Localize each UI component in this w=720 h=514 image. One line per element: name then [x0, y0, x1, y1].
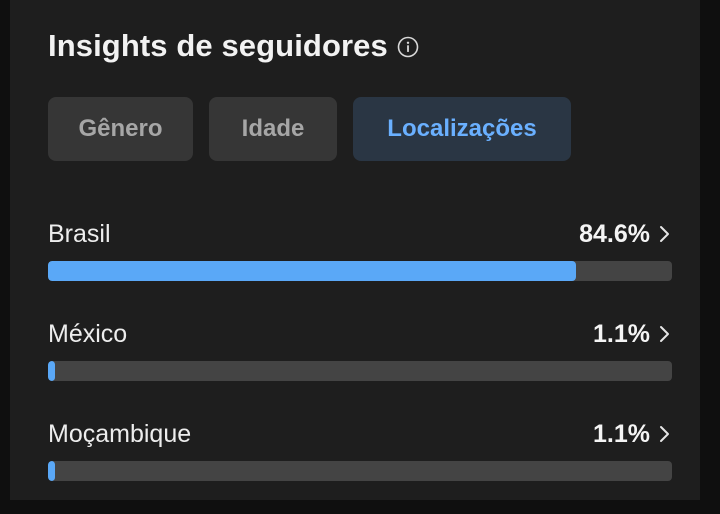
location-percent: 1.1% — [593, 319, 650, 348]
tab-label: Localizações — [387, 115, 537, 142]
progress-track — [48, 261, 672, 281]
progress-track — [48, 361, 672, 381]
location-row-mocambique[interactable]: Moçambique 1.1% — [48, 414, 672, 514]
tab-label: Idade — [241, 115, 305, 142]
chevron-right-icon — [658, 224, 672, 244]
location-percent: 1.1% — [593, 419, 650, 448]
location-row-header: México 1.1% — [48, 318, 672, 350]
tab-idade[interactable]: Idade — [209, 97, 337, 161]
progress-fill — [48, 461, 55, 481]
location-row-mexico[interactable]: México 1.1% — [48, 314, 672, 414]
follower-insights-card: Insights de seguidores Gênero Idade Loca… — [10, 0, 700, 500]
chevron-right-icon — [658, 324, 672, 344]
progress-fill — [48, 261, 576, 281]
tab-genero[interactable]: Gênero — [48, 97, 193, 161]
card-header: Insights de seguidores — [48, 28, 419, 64]
info-icon[interactable] — [397, 36, 419, 58]
page-title: Insights de seguidores — [48, 28, 388, 63]
locations-list: Brasil 84.6% México 1.1% Moçambique 1.1% — [48, 214, 672, 514]
insights-tabs: Gênero Idade Localizações — [48, 97, 571, 161]
location-name: Brasil — [48, 219, 111, 248]
chevron-right-icon — [658, 424, 672, 444]
location-percent-group: 84.6% — [579, 220, 672, 249]
tab-label: Gênero — [78, 115, 163, 142]
location-percent-group: 1.1% — [593, 320, 672, 349]
progress-track — [48, 461, 672, 481]
location-percent-group: 1.1% — [593, 420, 672, 449]
location-row-header: Moçambique 1.1% — [48, 418, 672, 450]
location-name: México — [48, 319, 128, 348]
location-name: Moçambique — [48, 419, 192, 448]
location-row-brasil[interactable]: Brasil 84.6% — [48, 214, 672, 314]
progress-fill — [48, 361, 55, 381]
location-row-header: Brasil 84.6% — [48, 218, 672, 250]
tab-localizacoes[interactable]: Localizações — [353, 97, 571, 161]
location-percent: 84.6% — [579, 219, 650, 248]
